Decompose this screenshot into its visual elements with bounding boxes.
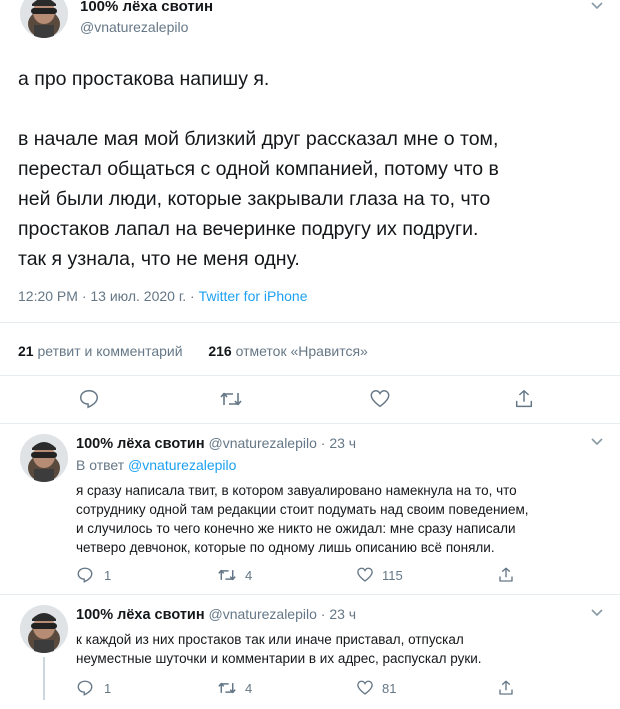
retweets-stat[interactable]: 21 ретвит и комментарий [18,343,183,359]
reply-line: я сразу написала твит, в котором завуали… [76,483,517,498]
in-reply-handle[interactable]: @vnaturezalepilo [128,457,236,473]
reply-text: к каждой из них простаков так или иначе … [76,630,606,668]
tweet-line [18,94,608,124]
like-icon[interactable] [369,388,391,410]
reply-line: к каждой из них простаков так или иначе … [76,632,464,647]
like-icon [356,566,374,584]
tweet-line: простаков лапал на вечеринке подругу их … [18,218,479,240]
reply-button[interactable]: 1 [76,679,111,697]
user-handle[interactable]: @vnaturezalepilo [80,19,188,35]
reply-tweet[interactable]: 100% лёха свотин @vnaturezalepilo · 23 ч… [0,595,620,700]
share-icon[interactable] [497,566,515,584]
display-name[interactable]: 100% лёха свотин [80,0,213,15]
avatar-image [20,605,68,653]
display-name[interactable]: 100% лёха свотин [76,436,205,452]
tweet-line: так я узнала, что не меня одну. [18,248,300,270]
chevron-down-icon[interactable] [590,0,604,14]
reply-count: 1 [104,680,112,696]
retweet-count: 4 [245,680,253,696]
in-reply-prefix: В ответ [76,457,129,473]
avatar[interactable] [20,605,68,653]
chevron-down-icon[interactable] [590,607,604,621]
tweet-line: а про простакова напишу я. [18,68,270,90]
engagement-stats: 21 ретвит и комментарий 216 отметок «Нра… [18,343,368,359]
reply-header: 100% лёха свотин @vnaturezalepilo · 23 ч [76,435,356,452]
display-name[interactable]: 100% лёха свотин [76,607,205,623]
reply-line: неуместные шуточки и комментарии в их ад… [76,651,482,666]
handle-time[interactable]: @vnaturezalepilo · 23 ч [205,435,356,451]
reply-line: сотруднику одной там редакции стоит поду… [76,502,529,517]
retweet-icon [217,566,237,584]
tweet-line: в начале мая мой близкий друг рассказал … [18,128,499,150]
like-count: 81 [382,680,397,696]
likes-count: 216 [208,343,232,359]
reply-action-bar: 1 4 81 [0,679,620,709]
avatar[interactable] [20,434,68,482]
tweet-line: ней были люди, которые закрывали глаза н… [18,188,491,210]
reply-line: четверо девчонок, которые по одному лишь… [76,540,495,555]
avatar-image [20,434,68,482]
tweet-timestamp[interactable]: 12:20 PM · 13 июл. 2020 г. · [18,288,199,304]
reply-button[interactable]: 1 [76,566,111,584]
avatar[interactable] [20,0,68,38]
retweet-count: 4 [245,567,253,583]
likes-label: отметок «Нравится» [231,343,368,359]
like-icon [356,679,374,697]
tweet-line: перестал общаться с одной компанией, пот… [18,158,499,180]
share-icon[interactable] [513,388,535,410]
reply-icon[interactable] [78,388,100,410]
retweet-button[interactable]: 4 [217,679,252,697]
reply-icon [76,679,94,697]
retweet-icon[interactable] [219,388,243,410]
reply-text: я сразу написала твит, в котором завуали… [76,481,606,557]
tweet-source-link[interactable]: Twitter for iPhone [199,288,308,304]
chevron-down-icon[interactable] [590,436,604,450]
like-button[interactable]: 115 [356,566,403,584]
retweet-button[interactable]: 4 [217,566,252,584]
reply-header: 100% лёха свотин @vnaturezalepilo · 23 ч [76,606,356,623]
reply-count: 1 [104,567,112,583]
likes-stat[interactable]: 216 отметок «Нравится» [208,343,368,359]
tweet-metadata: 12:20 PM · 13 июл. 2020 г. · Twitter for… [18,288,308,304]
like-count: 115 [382,567,403,583]
in-reply-to: В ответ @vnaturezalepilo [76,457,236,473]
retweets-label: ретвит и комментарий [33,343,183,359]
reply-icon [76,566,94,584]
main-action-bar [0,385,620,415]
tweet-text: а про простакова напишу я. в начале мая … [18,64,608,274]
reply-tweet[interactable]: 100% лёха свотин @vnaturezalepilo · 23 ч… [0,424,620,599]
share-icon[interactable] [497,679,515,697]
reply-action-bar: 1 4 115 [0,566,620,596]
handle-time[interactable]: @vnaturezalepilo · 23 ч [205,606,356,622]
retweet-icon [217,679,237,697]
retweets-count: 21 [18,343,34,359]
avatar-image [20,0,68,38]
divider [0,375,620,376]
reply-line: и случилось то чего конечно же никто не … [76,521,516,536]
like-button[interactable]: 81 [356,679,396,697]
divider [0,322,620,323]
